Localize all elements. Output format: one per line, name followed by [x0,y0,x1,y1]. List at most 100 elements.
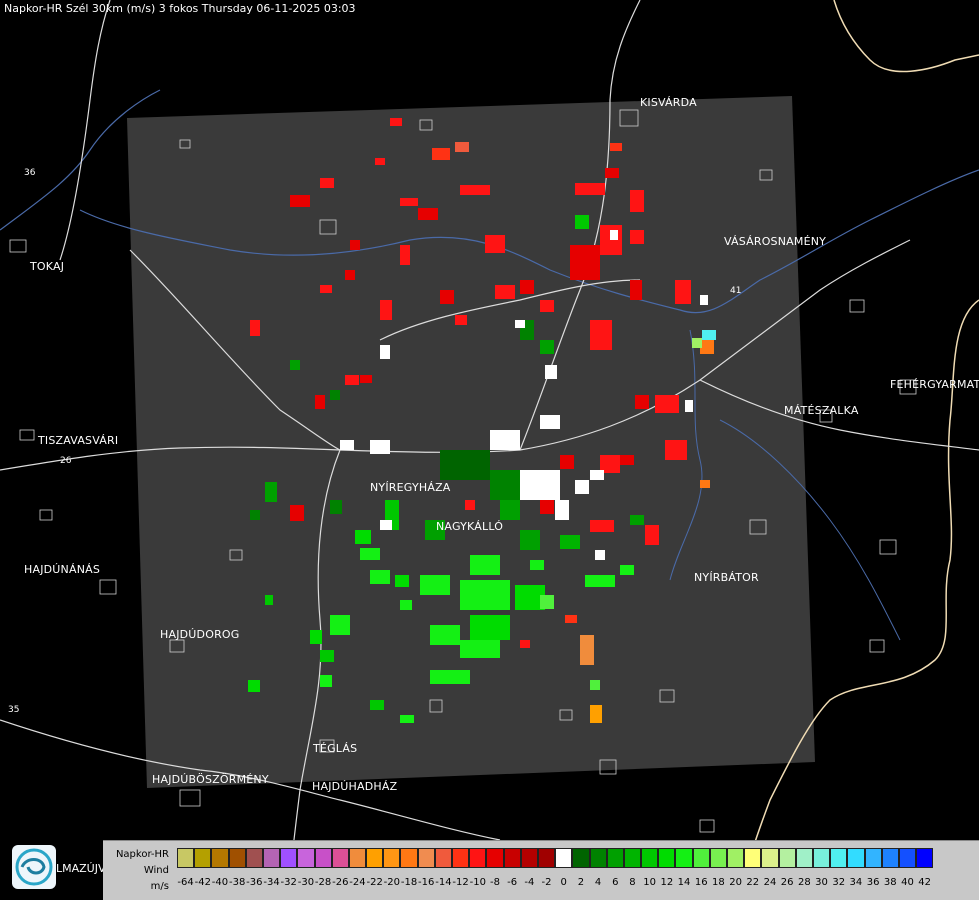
legend-swatch [795,848,813,868]
legend-tick-label: 8 [629,877,636,888]
city-label-tiszavasvari: TISZAVASVÁRI [38,434,119,447]
map-root: 36 26 41 35 Napkor-HR Szél 30km (m/s) 3 … [0,0,979,900]
legend-tick-label: -32 [280,877,297,888]
legend-swatch [331,848,349,868]
legend-swatch [417,848,435,868]
legend-tick-label: 14 [677,877,691,888]
legend-label: Napkor-HR Wind m/s [103,841,173,900]
city-label-vasarosnameny: VÁSÁROSNAMÉNY [724,235,827,248]
legend-tick-label: -22 [366,877,383,888]
logo-icon [12,845,56,889]
legend-swatch [520,848,538,868]
legend-tick-label: 24 [763,877,777,888]
legend-swatch [709,848,727,868]
legend-swatch [572,848,590,868]
legend-swatch [383,848,401,868]
legend-tick-label: -26 [332,877,349,888]
legend-tick-label: 10 [643,877,657,888]
legend-swatch [348,848,367,868]
legend-swatch [469,848,487,868]
legend-swatch [297,848,315,868]
legend-tick-label: -38 [228,877,246,888]
legend-swatch [228,848,246,868]
legend-swatch [744,848,762,868]
legend-tick-label: 12 [660,877,674,888]
legend-swatch [727,848,745,868]
city-label-hajdunanas: HAJDÚNÁNÁS [24,563,101,576]
legend-tick-label: 38 [883,877,897,888]
legend-tick-label: -30 [297,877,315,888]
legend-swatch [245,848,263,868]
legend-tick-label: 22 [746,877,760,888]
legend-tick-label: 32 [832,877,846,888]
city-label-nyiregyhaza: NYÍREGYHÁZA [370,481,451,494]
legend-tick-label: 34 [849,877,863,888]
legend-swatch [692,848,710,868]
city-label-mateszalka: MÁTÉSZALKA [784,404,859,417]
legend-swatch [641,848,659,868]
road-number-26: 26 [60,456,72,466]
legend-swatch [555,848,573,868]
legend-swatch [314,848,332,868]
legend-swatch [916,848,934,868]
legend-tick-label: -40 [211,877,229,888]
legend-swatches [177,848,934,868]
legend-tick-label: -34 [263,877,280,888]
radar-coverage-area [127,96,815,788]
legend-swatch [194,848,212,868]
legend-tick-label: -8 [489,877,500,888]
legend-swatch [830,848,848,868]
legend-swatch [623,848,642,868]
city-label-fehergyarmat: FEHÉRGYARMAT [890,378,979,391]
legend-swatch [537,848,556,868]
map-title: Napkor-HR Szél 30km (m/s) 3 fokos Thursd… [4,2,356,15]
legend-tick-label: 18 [712,877,725,888]
legend-swatch [589,848,607,868]
legend-label-quantity: Wind [143,865,169,876]
legend-tick-label: -18 [400,877,418,888]
radar-map: 36 26 41 35 [0,0,979,900]
legend-tick-label: 36 [866,877,880,888]
legend-tick-label: 2 [577,877,585,888]
legend-tick-label: -64 [177,877,194,888]
legend-label-title: Napkor-HR [115,849,169,860]
city-label-kisvarda: KISVÁRDA [640,96,697,109]
legend-swatch [366,848,384,868]
legend-swatch [658,848,676,868]
legend-swatch [847,848,865,868]
legend-tick-label: -20 [383,877,401,888]
legend-tick-label: 42 [918,877,932,888]
legend-swatch [898,848,917,868]
legend-tick-label: -36 [246,877,263,888]
legend-swatch [452,848,470,868]
city-label-hajdudorog: HAJDÚDOROG [160,628,240,641]
legend-tick-label: -42 [194,877,211,888]
legend-swatch [606,848,624,868]
legend-swatch [434,848,452,868]
legend-tick-label: -12 [452,877,469,888]
legend-label-unit: m/s [150,881,169,892]
legend-swatch [486,848,504,868]
legend-swatch [778,848,796,868]
legend-swatch [503,848,521,868]
legend-swatch [262,848,281,868]
legend-tick-label: -4 [524,877,535,888]
city-label-tokaj: TOKAJ [30,260,65,273]
legend-tick-label: -16 [418,877,435,888]
legend-tick-label: 26 [780,877,794,888]
legend-swatch [177,848,195,868]
legend-tick-label: -14 [435,877,452,888]
legend-tick-label: 28 [797,877,811,888]
road-number-41: 41 [730,286,741,296]
legend-tick-label: 6 [612,877,619,888]
legend-tick-label: -2 [541,877,552,888]
legend-swatch [864,848,882,868]
city-label-hajduboszormeny: HAJDÚBÖSZÖRMÉNY [152,773,269,786]
legend-swatch [881,848,899,868]
legend-tick-label: 20 [729,877,742,888]
legend-tick-label: -24 [349,877,366,888]
legend-tick-label: -28 [314,877,332,888]
legend-swatch [280,848,298,868]
city-label-nyirbator: NYÍRBÁTOR [694,571,759,584]
legend-tick-label: 30 [815,877,828,888]
